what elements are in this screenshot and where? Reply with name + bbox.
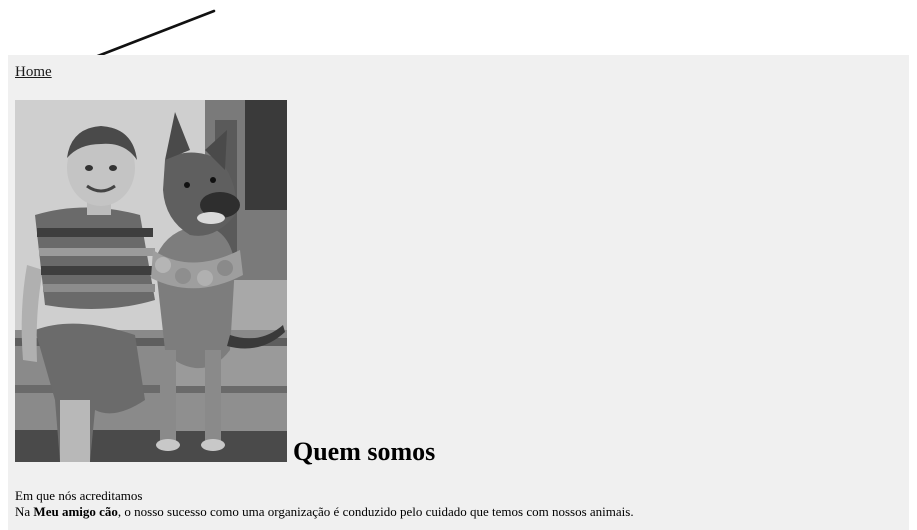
home-link[interactable]: Home (15, 64, 52, 81)
about-prefix: Na (15, 504, 34, 519)
about-paragraph: Na Meu amigo cão, o nosso sucesso como u… (15, 504, 634, 520)
screenshot-canvas: Home Quem somos Em que nós acreditamos N… (0, 0, 917, 530)
page-title: Quem somos (293, 437, 436, 466)
about-text: , o nosso sucesso como uma organização é… (117, 504, 634, 519)
boy-with-dog-photo (15, 100, 287, 462)
brand-name: Meu amigo cão (33, 504, 118, 519)
beliefs-subheading: Em que nós acreditamos (15, 488, 143, 503)
web-page: Home Quem somos Em que nós acreditamos N… (8, 55, 909, 530)
